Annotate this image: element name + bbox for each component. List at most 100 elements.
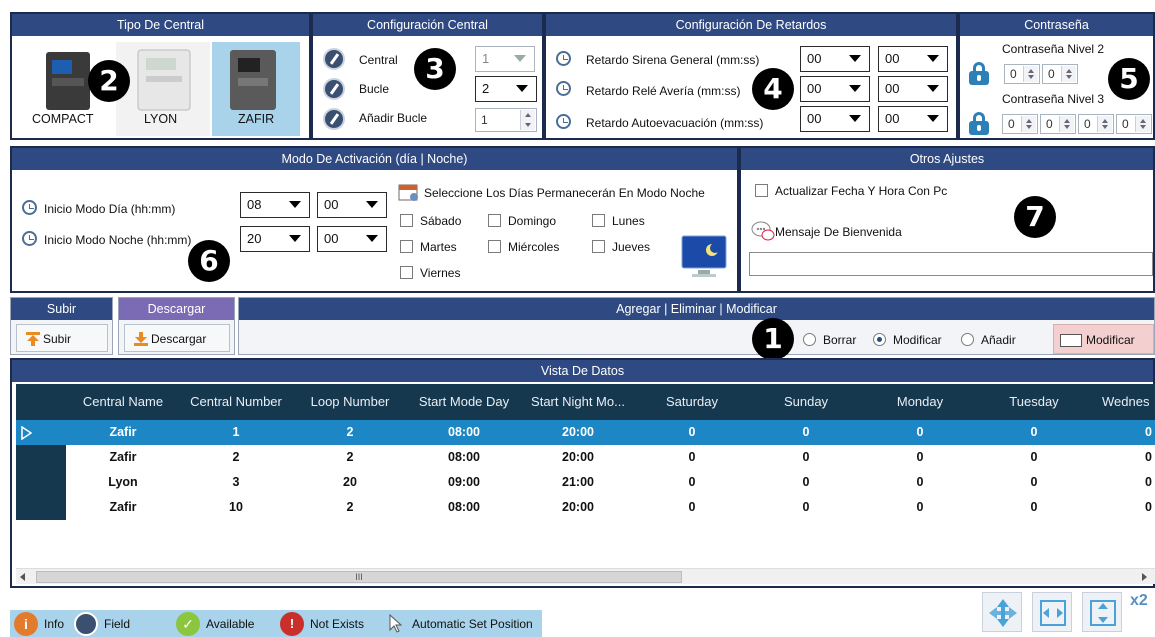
badge-3: 3 bbox=[414, 48, 456, 90]
digit-value: 0 bbox=[1084, 117, 1091, 131]
central-dropdown[interactable]: 1 bbox=[475, 46, 535, 72]
radio-borrar[interactable] bbox=[803, 333, 816, 346]
stepper-arrows-icon[interactable] bbox=[1059, 116, 1074, 132]
day-checkbox-sabado[interactable] bbox=[400, 214, 413, 227]
modo-noche-hh[interactable]: 20 bbox=[240, 226, 310, 252]
cell: 2 bbox=[346, 450, 354, 464]
day-checkbox-miercoles[interactable] bbox=[488, 240, 501, 253]
badge-7: 7 bbox=[1014, 196, 1056, 238]
mensaje-input[interactable] bbox=[749, 252, 1153, 276]
nivel3-digit[interactable]: 0 bbox=[1002, 114, 1038, 134]
column-header[interactable]: Saturday bbox=[636, 384, 748, 420]
download-icon bbox=[134, 332, 148, 346]
day-checkbox-domingo[interactable] bbox=[488, 214, 501, 227]
retardo-label: Retardo Relé Avería (mm:ss) bbox=[586, 84, 741, 98]
zoom-x2-label[interactable]: x2 bbox=[1130, 592, 1148, 610]
table-row[interactable]: Zafir 2 2 08:00 20:00 0 0 0 0 0 bbox=[66, 445, 1155, 470]
column-header[interactable]: Central Name bbox=[68, 384, 178, 420]
cell: 1 bbox=[232, 425, 240, 439]
subir-button[interactable]: Subir bbox=[16, 324, 108, 352]
retardo-autoevac-mm[interactable]: 00 bbox=[800, 106, 870, 132]
modo-noche-label: Inicio Modo Noche (hh:mm) bbox=[44, 233, 192, 247]
column-header[interactable]: Sunday bbox=[750, 384, 862, 420]
stepper-arrows-icon[interactable] bbox=[520, 110, 535, 130]
day-checkbox-martes[interactable] bbox=[400, 240, 413, 253]
chevron-down-icon bbox=[849, 55, 861, 62]
stepper-arrows-icon[interactable] bbox=[1097, 116, 1112, 132]
cell: 0 bbox=[1145, 425, 1152, 439]
table-row[interactable]: Lyon 3 20 09:00 21:00 0 0 0 0 0 bbox=[66, 470, 1155, 495]
scroll-left-icon[interactable] bbox=[20, 573, 25, 581]
day-checkbox-viernes[interactable] bbox=[400, 266, 413, 279]
horizontal-scrollbar[interactable]: III bbox=[16, 568, 1155, 584]
radio-anadir[interactable] bbox=[961, 333, 974, 346]
chevron-down-icon bbox=[366, 235, 378, 242]
nivel2-label: Contraseña Nivel 2 bbox=[1002, 42, 1105, 56]
day-checkbox-jueves[interactable] bbox=[592, 240, 605, 253]
nivel3-digit[interactable]: 0 bbox=[1078, 114, 1114, 134]
cell: 0 bbox=[688, 475, 696, 489]
check-icon: ✓ bbox=[176, 612, 200, 636]
stepper-arrows-icon[interactable] bbox=[1023, 66, 1038, 82]
column-header[interactable]: Start Night Mo... bbox=[522, 384, 634, 420]
column-header[interactable]: Monday bbox=[864, 384, 976, 420]
cell: 0 bbox=[688, 425, 696, 439]
bucle-dropdown[interactable]: 2 bbox=[475, 76, 537, 102]
actualizar-fecha-checkbox[interactable] bbox=[755, 184, 768, 197]
digit-value: 0 bbox=[1008, 117, 1015, 131]
expand-all-button[interactable] bbox=[982, 592, 1022, 632]
bucle-value: 2 bbox=[482, 81, 490, 96]
lyon-panel-icon bbox=[137, 49, 191, 111]
retardo-rele-mm[interactable]: 00 bbox=[800, 76, 870, 102]
nivel2-digit[interactable]: 0 bbox=[1004, 64, 1040, 84]
stepper-arrows-icon[interactable] bbox=[1021, 116, 1036, 132]
table-row[interactable]: Zafir 1 2 08:00 20:00 0 0 0 0 0 bbox=[16, 420, 1155, 445]
anadir-bucle-stepper[interactable]: 1 bbox=[475, 108, 537, 132]
modo-dia-hh[interactable]: 08 bbox=[240, 192, 310, 218]
day-label: Martes bbox=[420, 240, 457, 254]
edit-icon bbox=[323, 48, 345, 70]
descargar-button[interactable]: Descargar bbox=[124, 324, 230, 352]
badge-6: 6 bbox=[188, 240, 230, 282]
retardo-sirena-ss[interactable]: 00 bbox=[878, 46, 948, 72]
column-header[interactable]: Wednes bbox=[1092, 384, 1155, 420]
device-zafir[interactable]: ZAFIR bbox=[212, 42, 300, 136]
fit-rows-button[interactable] bbox=[1082, 592, 1122, 632]
retardo-rele-ss[interactable]: 00 bbox=[878, 76, 948, 102]
digit-value: 0 bbox=[1010, 67, 1017, 81]
cell: 08:00 bbox=[448, 500, 480, 514]
column-header[interactable]: Tuesday bbox=[978, 384, 1090, 420]
modo-dia-label: Inicio Modo Día (hh:mm) bbox=[44, 202, 176, 216]
retardo-autoevac-ss[interactable]: 00 bbox=[878, 106, 948, 132]
dropdown-value: 00 bbox=[885, 81, 900, 96]
chevron-down-icon bbox=[849, 85, 861, 92]
stepper-arrows-icon[interactable] bbox=[1061, 66, 1076, 82]
table-row[interactable]: Zafir 10 2 08:00 20:00 0 0 0 0 0 bbox=[66, 495, 1155, 520]
modo-activacion-header: Modo De Activación (día | Noche) bbox=[12, 148, 737, 170]
nivel2-digit[interactable]: 0 bbox=[1042, 64, 1078, 84]
column-header[interactable]: Loop Number bbox=[294, 384, 406, 420]
device-lyon[interactable]: LYON bbox=[116, 42, 210, 136]
nivel3-digit[interactable]: 0 bbox=[1116, 114, 1152, 134]
retardo-sirena-mm[interactable]: 00 bbox=[800, 46, 870, 72]
column-header[interactable]: Central Number bbox=[180, 384, 292, 420]
scroll-right-icon[interactable] bbox=[1142, 573, 1147, 581]
cell: 0 bbox=[688, 450, 696, 464]
fit-columns-icon bbox=[1040, 600, 1066, 626]
data-grid[interactable]: Central Name Central Number Loop Number … bbox=[16, 384, 1155, 568]
cell: 0 bbox=[1030, 450, 1038, 464]
radio-modificar[interactable] bbox=[873, 333, 886, 346]
device-label: ZAFIR bbox=[238, 112, 275, 126]
nivel3-digit[interactable]: 0 bbox=[1040, 114, 1076, 134]
descargar-header: Descargar bbox=[119, 298, 234, 320]
cell: 3 bbox=[232, 475, 240, 489]
modo-dia-mm[interactable]: 00 bbox=[317, 192, 387, 218]
lock-icon bbox=[968, 62, 990, 86]
modificar-button[interactable]: Modificar bbox=[1053, 324, 1154, 354]
stepper-arrows-icon[interactable] bbox=[1135, 116, 1150, 132]
fit-columns-button[interactable] bbox=[1032, 592, 1072, 632]
column-header[interactable]: Start Mode Day bbox=[408, 384, 520, 420]
scroll-thumb[interactable]: III bbox=[36, 571, 682, 583]
modo-noche-mm[interactable]: 00 bbox=[317, 226, 387, 252]
day-checkbox-lunes[interactable] bbox=[592, 214, 605, 227]
